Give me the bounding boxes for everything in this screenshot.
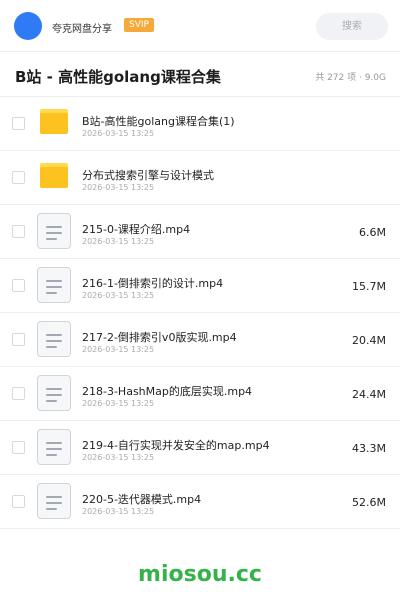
item-name: 218-3-HashMap的底层实现.mp4 <box>82 385 253 398</box>
item-name: 219-4-自行实现并发安全的map.mp4 <box>82 439 270 452</box>
list-item[interactable]: 220-5-迭代器模式.mp4 2026-03-15 13:25 52.6M <box>0 475 400 529</box>
file-icon <box>37 375 71 411</box>
select-checkbox[interactable] <box>12 171 25 184</box>
item-name: B站-高性能golang课程合集(1) <box>82 115 235 128</box>
list-item[interactable]: 216-1-倒排索引的设计.mp4 2026-03-15 13:25 15.7M <box>0 259 400 313</box>
avatar[interactable] <box>14 12 42 40</box>
item-date: 2026-03-15 13:25 <box>82 237 155 246</box>
top-bar: 夸克网盘分享 SVIP 搜索 <box>0 0 400 52</box>
item-date: 2026-03-15 13:25 <box>82 453 155 462</box>
item-size: 6.6M <box>359 226 386 239</box>
list-item[interactable]: 215-0-课程介绍.mp4 2026-03-15 13:25 6.6M <box>0 205 400 259</box>
item-size: 43.3M <box>352 442 386 455</box>
page-title: B站 - 高性能golang课程合集 <box>15 68 221 86</box>
list-item[interactable]: 分布式搜索引擎与设计模式 2026-03-15 13:25 <box>0 151 400 205</box>
folder-icon <box>40 109 68 134</box>
item-date: 2026-03-15 13:25 <box>82 345 155 354</box>
item-date: 2026-03-15 13:25 <box>82 399 155 408</box>
list-item[interactable]: 217-2-倒排索引v0版实现.mp4 2026-03-15 13:25 20.… <box>0 313 400 367</box>
file-icon <box>37 483 71 519</box>
item-name: 217-2-倒排索引v0版实现.mp4 <box>82 331 237 344</box>
item-date: 2026-03-15 13:25 <box>82 183 155 192</box>
item-size: 52.6M <box>352 496 386 509</box>
select-checkbox[interactable] <box>12 495 25 508</box>
item-date: 2026-03-15 13:25 <box>82 507 155 516</box>
folder-icon <box>40 163 68 188</box>
list-item[interactable]: 219-4-自行实现并发安全的map.mp4 2026-03-15 13:25 … <box>0 421 400 475</box>
file-list: B站-高性能golang课程合集(1) 2026-03-15 13:25 分布式… <box>0 97 400 529</box>
item-summary: 共 272 项 · 9.0G <box>315 73 386 83</box>
select-checkbox[interactable] <box>12 441 25 454</box>
watermark-text: miosou.cc <box>138 562 262 587</box>
user-name: 夸克网盘分享 <box>52 24 112 35</box>
item-size: 20.4M <box>352 334 386 347</box>
item-size: 15.7M <box>352 280 386 293</box>
file-icon <box>37 321 71 357</box>
select-checkbox[interactable] <box>12 117 25 130</box>
search-button[interactable]: 搜索 <box>316 13 388 40</box>
item-name: 220-5-迭代器模式.mp4 <box>82 493 202 506</box>
list-item[interactable]: 218-3-HashMap的底层实现.mp4 2026-03-15 13:25 … <box>0 367 400 421</box>
list-item[interactable]: B站-高性能golang课程合集(1) 2026-03-15 13:25 <box>0 97 400 151</box>
item-name: 215-0-课程介绍.mp4 <box>82 223 191 236</box>
item-name: 216-1-倒排索引的设计.mp4 <box>82 277 224 290</box>
file-icon <box>37 213 71 249</box>
file-icon <box>37 267 71 303</box>
item-size: 24.4M <box>352 388 386 401</box>
select-checkbox[interactable] <box>12 225 25 238</box>
item-date: 2026-03-15 13:25 <box>82 291 155 300</box>
select-checkbox[interactable] <box>12 387 25 400</box>
item-date: 2026-03-15 13:25 <box>82 129 155 138</box>
folder-header: B站 - 高性能golang课程合集 共 272 项 · 9.0G <box>0 52 400 97</box>
item-name: 分布式搜索引擎与设计模式 <box>82 169 214 182</box>
select-checkbox[interactable] <box>12 279 25 292</box>
select-checkbox[interactable] <box>12 333 25 346</box>
svip-badge: SVIP <box>124 18 154 32</box>
file-icon <box>37 429 71 465</box>
